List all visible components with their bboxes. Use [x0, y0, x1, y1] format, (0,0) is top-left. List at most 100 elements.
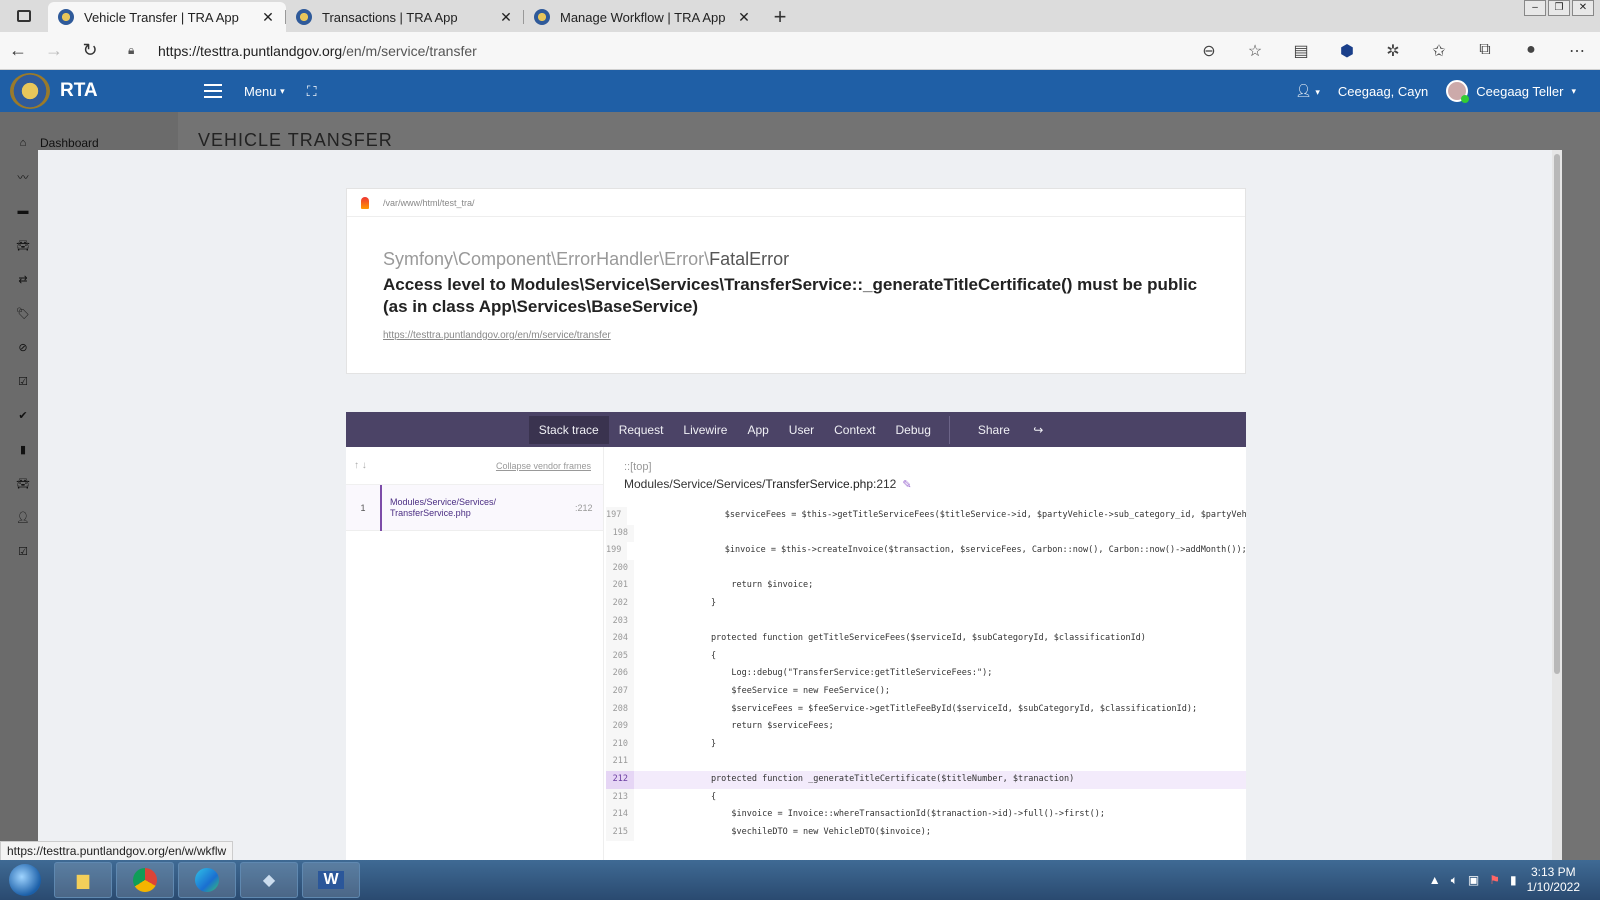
hamburger-icon[interactable]	[204, 84, 222, 98]
url-path: /en/m/service/transfer	[342, 42, 477, 59]
line-number: 204	[606, 630, 634, 648]
line-text	[634, 613, 670, 631]
close-tab-icon[interactable]: ✕	[736, 9, 752, 26]
close-window-button[interactable]: ✕	[1572, 0, 1594, 16]
browser-tab-manage-workflow[interactable]: Manage Workflow | TRA App ✕	[524, 2, 762, 32]
tab-actions-button[interactable]	[0, 0, 48, 32]
taskbar-explorer[interactable]: ▆	[54, 862, 112, 898]
tab-livewire[interactable]: Livewire	[673, 416, 737, 444]
code-line: 201 return $invoice;	[606, 577, 1246, 595]
zoom-icon[interactable]: ⊖	[1186, 41, 1232, 61]
tab-request[interactable]: Request	[609, 416, 674, 444]
line-number: 211	[606, 753, 634, 771]
request-url-link[interactable]: https://testtra.puntlandgov.org/en/m/ser…	[383, 330, 1245, 341]
close-tab-icon[interactable]: ✕	[260, 9, 276, 26]
collections-icon[interactable]: ⧉	[1462, 41, 1508, 61]
scrollbar-thumb[interactable]	[1554, 154, 1560, 674]
start-button[interactable]	[0, 860, 50, 900]
user-name: Ceegaag Teller	[1476, 83, 1564, 99]
taskbar-chrome[interactable]	[116, 862, 174, 898]
share-button[interactable]: Share ↪	[958, 416, 1063, 444]
frame-file: Modules/Service/Services/ TransferServic…	[390, 496, 497, 518]
browser-tab-vehicle-transfer[interactable]: Vehicle Transfer | TRA App ✕	[48, 2, 286, 32]
tab-user[interactable]: User	[779, 416, 824, 444]
line-text	[634, 525, 670, 543]
tab-stack-trace[interactable]: Stack trace	[528, 415, 609, 444]
share-icon: ↪	[1033, 422, 1044, 437]
forward-icon[interactable]: →	[36, 40, 72, 61]
action-center-icon[interactable]: ⚑	[1489, 873, 1500, 887]
extension-shield-icon[interactable]: ⬢	[1324, 41, 1370, 61]
clock[interactable]: 3:13 PM 1/10/2022	[1527, 865, 1580, 895]
profile-icon[interactable]: ●	[1508, 41, 1554, 61]
edit-pencil-icon[interactable]: ✎	[902, 479, 911, 491]
header-right: 👤︎ ▾ Ceegaag, Cayn Ceegaag Teller ▾	[1295, 80, 1600, 103]
favorites-icon[interactable]: ✩	[1416, 41, 1462, 61]
home-icon: ⌂	[19, 137, 27, 149]
tab-actions-icon	[17, 10, 31, 22]
browser-tab-transactions[interactable]: Transactions | TRA App ✕	[286, 2, 524, 32]
tab-context[interactable]: Context	[824, 416, 885, 444]
back-icon[interactable]: ←	[0, 40, 36, 61]
file-icon: ▮	[19, 443, 27, 456]
share-label: Share	[977, 422, 1010, 437]
menu-label: Menu	[244, 83, 277, 99]
brand[interactable]: RTA	[0, 73, 190, 109]
more-icon[interactable]: ⋯	[1554, 41, 1600, 61]
new-tab-button[interactable]: +	[762, 2, 798, 32]
favorite-add-icon[interactable]: ☆	[1232, 41, 1278, 61]
minimize-button[interactable]: –	[1524, 0, 1546, 16]
taskbar-edge[interactable]	[178, 862, 236, 898]
line-number: 207	[606, 682, 634, 701]
line-number: 213	[606, 788, 634, 807]
exception-name: FatalError	[709, 249, 790, 269]
stack-frame[interactable]: 1 Modules/Service/Services/ TransferServ…	[346, 484, 603, 531]
code-line: 199 $invoice = $this->createInvoice($tra…	[606, 542, 1246, 560]
check-square-icon: ☑	[18, 375, 28, 388]
tab-divider	[948, 415, 950, 444]
card-icon: ▬	[17, 205, 29, 217]
restore-button[interactable]: ❐	[1548, 0, 1570, 16]
line-number: 201	[606, 577, 634, 595]
code-file-path: Modules/Service/Services/	[624, 477, 766, 491]
reading-icon[interactable]: ▤	[1278, 41, 1324, 61]
code-viewer: ::[top] Modules/Service/Services/Transfe…	[606, 447, 1246, 862]
exception-namespace: Symfony\Component\ErrorHandler\Error\	[383, 249, 710, 269]
browser-tab-strip: Vehicle Transfer | TRA App ✕ Transaction…	[0, 0, 1600, 32]
user-role-dropdown[interactable]: 👤︎ ▾	[1295, 83, 1320, 99]
user-location: Ceegaag, Cayn	[1337, 83, 1429, 99]
extensions-icon[interactable]: ✲	[1370, 41, 1416, 61]
taskbar-word[interactable]: W	[302, 862, 360, 898]
line-number: 197	[606, 507, 628, 525]
refresh-icon[interactable]: ↻	[72, 40, 108, 61]
tab-debug[interactable]: Debug	[886, 416, 941, 444]
line-number: 215	[606, 823, 634, 842]
menu-dropdown[interactable]: Menu ▾	[244, 84, 285, 99]
network-device-icon[interactable]: ▣	[1468, 873, 1479, 887]
line-number: 203	[606, 612, 634, 631]
fullscreen-icon[interactable]: ⛶	[307, 83, 317, 100]
code-line: 200	[606, 559, 1246, 578]
line-text: }	[670, 597, 717, 608]
line-text: $invoice = Invoice::whereTransactionId($…	[670, 809, 1105, 820]
frame-navigate-arrows-icon[interactable]: ↑ ↓	[354, 460, 367, 471]
volume-icon[interactable]: 🔈︎	[1451, 873, 1458, 888]
line-text: }	[670, 738, 717, 749]
tab-title: Vehicle Transfer | TRA App	[84, 9, 239, 25]
overlay-scrollbar[interactable]	[1552, 150, 1562, 862]
tab-app[interactable]: App	[737, 416, 778, 444]
line-text: $serviceFees = $feeService->getTitleFeeB…	[670, 703, 1198, 714]
line-number: 214	[606, 806, 634, 824]
taskbar-app[interactable]: ◆	[240, 862, 298, 898]
close-tab-icon[interactable]: ✕	[498, 9, 514, 26]
url-field[interactable]: 🔒︎ https://testtra.puntlandgov.org/en/m/…	[116, 36, 1176, 66]
url-host: https://testtra.puntlandgov.org	[158, 42, 343, 59]
chevron-down-icon: ▾	[1571, 85, 1576, 96]
chevron-down-icon: ▾	[1315, 87, 1320, 97]
signal-icon[interactable]: ▮	[1510, 873, 1517, 887]
tra-favicon-icon	[58, 9, 74, 25]
tray-arrow-icon[interactable]: ▲	[1429, 873, 1441, 887]
code-line: 208 $serviceFees = $feeService->getTitle…	[606, 700, 1246, 719]
collapse-vendor-frames-link[interactable]: Collapse vendor frames	[496, 461, 591, 471]
user-menu[interactable]: Ceegaag Teller ▾	[1446, 80, 1576, 103]
